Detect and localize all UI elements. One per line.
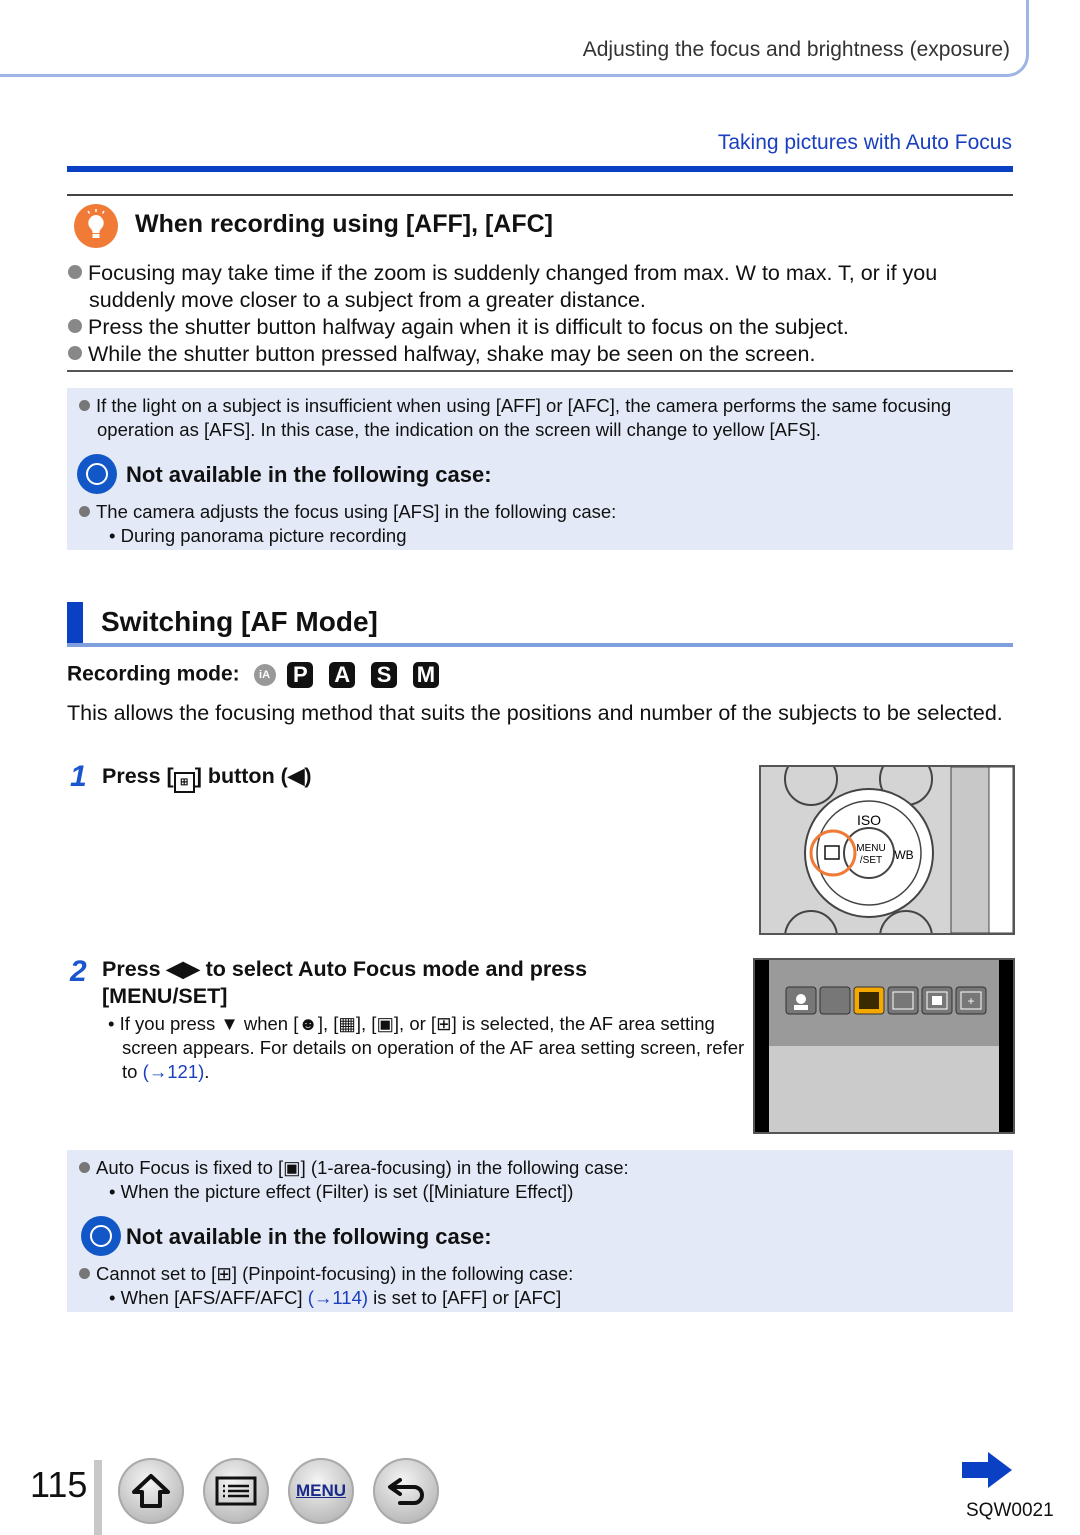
step-2-text: Press ◀▶ to select Auto Focus mode and p… <box>102 957 588 1008</box>
camera-dial-illustration: ISO MENU /SET WB <box>759 765 1015 935</box>
mode-ia-icon: iA <box>253 664 276 686</box>
page-link-121[interactable]: (→121) <box>143 1061 205 1082</box>
not-available-title: Not available in the following case: <box>126 462 492 487</box>
af-mode-screen-illustration: + <box>753 958 1015 1134</box>
1-area-icon: ▣ <box>283 1157 301 1178</box>
tip-item: While the shutter button pressed halfway… <box>68 341 1013 368</box>
menu-button[interactable]: MENU <box>288 1458 354 1524</box>
step-1-text: Press [⊞] button (◀) <box>102 763 312 793</box>
svg-text:WB: WB <box>894 848 913 862</box>
page-number: 115 <box>30 1464 88 1505</box>
pinpoint-icon: ⊞ <box>436 1013 452 1034</box>
next-page-arrow-icon[interactable] <box>960 1450 1014 1495</box>
back-icon <box>373 1458 439 1524</box>
tip-list: Focusing may take time if the zoom is su… <box>68 260 1013 368</box>
section-title: Switching [AF Mode] <box>101 606 378 637</box>
not-available-icon <box>81 1216 121 1256</box>
tip-title: When recording using [AFF], [AFC] <box>135 210 554 238</box>
section-rule <box>67 643 1013 647</box>
step-number: 1 <box>70 760 87 793</box>
home-button[interactable] <box>118 1458 184 1524</box>
mode-p-icon: P <box>287 662 314 688</box>
note-box-1: If the light on a subject is insufficien… <box>67 388 1013 550</box>
not-available-icon <box>77 454 117 494</box>
lightbulb-icon <box>74 204 118 248</box>
home-icon <box>118 1458 184 1524</box>
1-area-icon: ▣ <box>376 1013 394 1034</box>
dark-rule <box>67 194 1013 196</box>
49-area-icon: ▦ <box>338 1013 356 1034</box>
recording-mode: Recording mode: iA P A S M <box>67 662 449 688</box>
af-mode-icon: ⊞ <box>173 772 195 793</box>
tip-item: Focusing may take time if the zoom is su… <box>68 260 1013 314</box>
mode-m-icon: M <box>412 662 439 688</box>
section-link[interactable]: Taking pictures with Auto Focus <box>718 131 1012 155</box>
step-2-note: • If you press ▼ when [☻], [▦], [▣], or … <box>108 1013 745 1082</box>
face-detect-icon: ☻ <box>298 1013 318 1034</box>
page-divider <box>94 1460 102 1535</box>
contents-button[interactable] <box>203 1458 269 1524</box>
iso-label: ISO <box>857 812 881 828</box>
menu-label: MENU <box>295 1481 347 1500</box>
document-code: SQW0021 <box>966 1500 1054 1521</box>
list-icon <box>203 1458 269 1524</box>
mode-s-icon: S <box>371 662 398 688</box>
back-button[interactable] <box>373 1458 439 1524</box>
step-number: 2 <box>70 955 87 988</box>
divider <box>67 370 1013 372</box>
not-available-title: Not available in the following case: <box>126 1224 492 1249</box>
blue-rule <box>67 166 1013 172</box>
note-box-2: Auto Focus is fixed to [▣] (1-area-focus… <box>67 1150 1013 1312</box>
svg-text:/SET: /SET <box>860 855 882 866</box>
tip-item: Press the shutter button halfway again w… <box>68 314 1013 341</box>
page-link-114[interactable]: (→114) <box>308 1287 368 1308</box>
svg-text:MENU: MENU <box>856 843 885 854</box>
af-tracking-option <box>819 986 851 1015</box>
chapter-title: Adjusting the focus and brightness (expo… <box>582 38 1010 61</box>
svg-text:+: + <box>967 994 974 1008</box>
intro-text: This allows the focusing method that sui… <box>67 701 1003 725</box>
pinpoint-icon: ⊞ <box>216 1263 232 1284</box>
mode-a-icon: A <box>329 662 356 688</box>
section-bar <box>67 602 83 646</box>
